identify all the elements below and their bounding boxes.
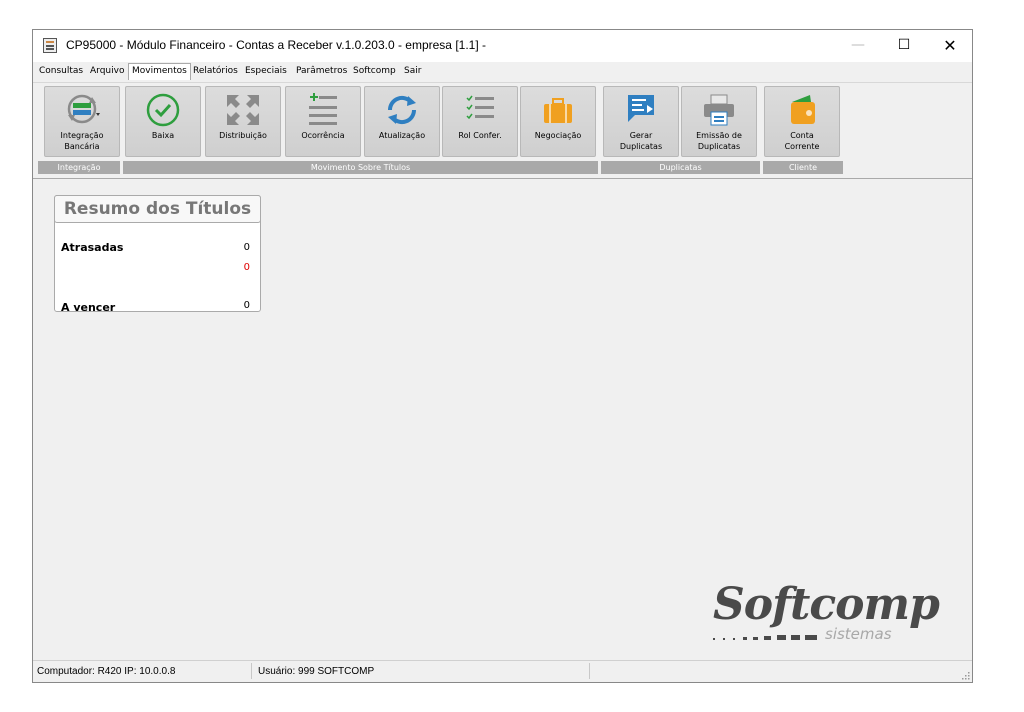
menu-especiais[interactable]: Especiais bbox=[244, 64, 288, 80]
menu-relatorios[interactable]: Relatórios bbox=[192, 64, 239, 80]
negociacao-label: Negociação bbox=[534, 131, 582, 140]
menu-movimentos[interactable]: Movimentos bbox=[128, 63, 191, 80]
status-user: Usuário: 999 SOFTCOMP bbox=[258, 666, 375, 677]
emissao-duplicatas-label: Emissão de Duplicatas bbox=[696, 131, 742, 151]
status-separator bbox=[589, 663, 590, 679]
resize-grip-icon[interactable] bbox=[960, 670, 970, 680]
maximize-button[interactable]: ☐ bbox=[881, 30, 927, 61]
conta-corrente-label: Conta Corrente bbox=[784, 131, 820, 151]
menu-arquivo[interactable]: Arquivo bbox=[89, 64, 125, 80]
close-button[interactable]: ✕ bbox=[927, 30, 972, 61]
emissao-duplicatas-button[interactable]: Emissão de Duplicatas bbox=[681, 86, 757, 157]
printer-icon bbox=[704, 94, 734, 126]
negociacao-button[interactable]: Negociação bbox=[520, 86, 596, 157]
logo-text: Softcomp bbox=[713, 579, 940, 630]
rol-confer-button[interactable]: Rol Confer. bbox=[442, 86, 518, 157]
atualizacao-label: Atualização bbox=[378, 131, 426, 140]
title-bar[interactable]: CP95000 - Módulo Financeiro - Contas a R… bbox=[33, 30, 972, 62]
app-window: CP95000 - Módulo Financeiro - Contas a R… bbox=[32, 29, 973, 683]
ocorrencia-button[interactable]: Ocorrência bbox=[285, 86, 361, 157]
minimize-button[interactable]: — bbox=[835, 30, 881, 61]
refresh-icon bbox=[387, 95, 417, 125]
baixa-label: Baixa bbox=[151, 131, 175, 140]
rol-confer-label: Rol Confer. bbox=[458, 131, 502, 140]
wallet-icon bbox=[791, 95, 815, 124]
window-title: CP95000 - Módulo Financeiro - Contas a R… bbox=[66, 38, 486, 52]
bank-sync-icon bbox=[67, 94, 100, 124]
summary-title: Resumo dos Títulos bbox=[54, 195, 261, 223]
ocorrencia-label: Ocorrência bbox=[301, 131, 345, 140]
upcoming-label: A vencer bbox=[61, 301, 116, 314]
ribbon-toolbar: Integração Bancária Baixa Distribuição O… bbox=[33, 83, 972, 179]
softcomp-logo: Softcomp sistemas bbox=[713, 579, 963, 649]
logo-subtext: sistemas bbox=[825, 625, 892, 643]
add-list-icon bbox=[309, 93, 337, 125]
menu-sair[interactable]: Sair bbox=[403, 64, 422, 80]
overdue-value: 0 bbox=[243, 262, 250, 273]
upcoming-count: 0 bbox=[243, 300, 250, 311]
group-cliente: Cliente bbox=[763, 161, 843, 174]
group-duplicatas: Duplicatas bbox=[601, 161, 760, 174]
briefcase-icon bbox=[544, 98, 572, 123]
distribuicao-label: Distribuição bbox=[219, 131, 267, 140]
gerar-duplicatas-label: Gerar Duplicatas bbox=[619, 131, 663, 151]
main-content: Resumo dos Títulos Atrasadas 0 0 A vence… bbox=[33, 179, 972, 660]
gerar-duplicatas-button[interactable]: Gerar Duplicatas bbox=[603, 86, 679, 157]
distribuicao-button[interactable]: Distribuição bbox=[205, 86, 281, 157]
check-circle-icon bbox=[146, 93, 180, 127]
overdue-label: Atrasadas bbox=[61, 241, 124, 254]
app-icon[interactable] bbox=[43, 38, 57, 53]
overdue-count: 0 bbox=[243, 242, 250, 253]
checklist-icon bbox=[466, 95, 494, 120]
menu-softcomp[interactable]: Softcomp bbox=[352, 64, 397, 80]
group-integracao: Integração bbox=[38, 161, 120, 174]
status-computer: Computador: R420 IP: 10.0.0.8 bbox=[37, 666, 176, 677]
logo-dots-graphic bbox=[713, 635, 817, 640]
status-bar: Computador: R420 IP: 10.0.0.8 Usuário: 9… bbox=[33, 660, 972, 682]
menu-consultas[interactable]: Consultas bbox=[38, 64, 84, 80]
summary-card: Resumo dos Títulos Atrasadas 0 0 A vence… bbox=[54, 195, 261, 314]
integracao-bancaria-label: Integração Bancária bbox=[60, 131, 104, 151]
generate-document-icon bbox=[628, 95, 654, 122]
integracao-bancaria-button[interactable]: Integração Bancária bbox=[44, 86, 120, 157]
atualizacao-button[interactable]: Atualização bbox=[364, 86, 440, 157]
conta-corrente-button[interactable]: Conta Corrente bbox=[764, 86, 840, 157]
group-movimento-titulos: Movimento Sobre Títulos bbox=[123, 161, 598, 174]
menu-bar: Consultas Arquivo Movimentos Relatórios … bbox=[33, 62, 972, 83]
baixa-button[interactable]: Baixa bbox=[125, 86, 201, 157]
distribute-arrows-icon bbox=[227, 95, 259, 125]
menu-parametros[interactable]: Parâmetros bbox=[295, 64, 348, 80]
status-separator bbox=[251, 663, 252, 679]
